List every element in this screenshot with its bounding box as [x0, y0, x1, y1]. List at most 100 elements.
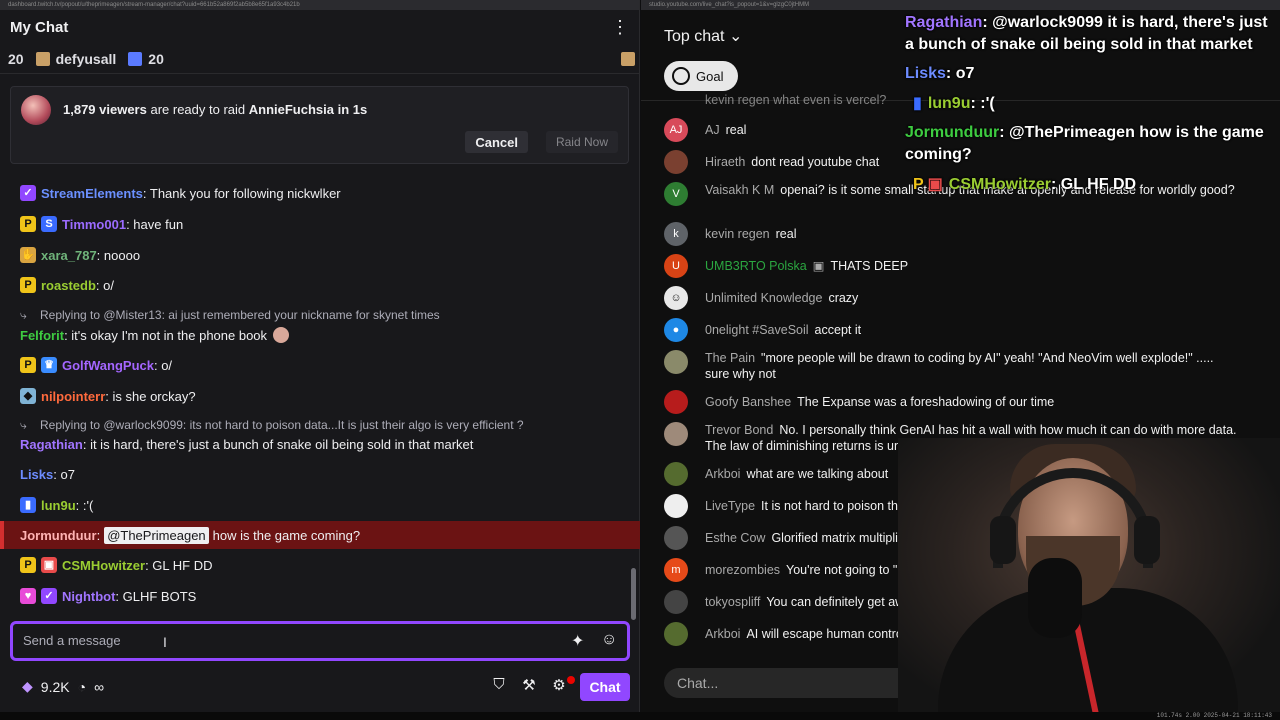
magic-emote-icon[interactable]: ✦ [571, 631, 584, 651]
chat-text: : it is hard, there's just a bunch of sn… [82, 437, 474, 452]
text-cursor-icon: I [163, 634, 167, 650]
channel-points[interactable]: ◆ 9.2K ◔ ∞ [22, 678, 104, 695]
chat-username[interactable]: Nightbot [62, 589, 115, 604]
top-chat-label: Top chat [664, 28, 725, 45]
yt-message-text: The Expanse was a foreshadowing of our t… [797, 395, 1055, 409]
send-chat-button[interactable]: Chat [580, 673, 630, 701]
yt-avatar[interactable] [664, 526, 688, 550]
top-chat-dropdown[interactable]: Top chat ⌄ [664, 26, 742, 46]
mention-tag[interactable]: @ThePrimeagen [104, 527, 209, 544]
gift-item[interactable]: 20 [128, 51, 164, 67]
overlay-text: : :'( [970, 95, 995, 112]
headset-ear-right [1134, 516, 1160, 564]
verified-badge-icon: ✓ [20, 185, 36, 201]
chat-username[interactable]: GolfWangPuck [62, 358, 154, 373]
yt-avatar[interactable] [664, 590, 688, 614]
yt-author[interactable]: kevin regen [705, 227, 770, 241]
gift-count: 20 [8, 50, 24, 67]
yt-avatar[interactable] [664, 494, 688, 518]
yt-author[interactable]: Vaisakh K M [705, 183, 774, 197]
prime-badge-icon: P [20, 216, 36, 232]
settings-icon[interactable]: ⚙ [549, 676, 569, 696]
chat-username[interactable]: Jormunduur [20, 528, 97, 543]
twitch-chat-panel: dashboard.twitch.tv/popout/u/theprimeage… [0, 0, 640, 720]
chat-username[interactable]: Lisks [20, 467, 53, 482]
channel-points-icon: ◆ [22, 678, 33, 694]
yt-author[interactable]: Arkboi [705, 467, 740, 481]
chat-username[interactable]: StreamElements [41, 186, 143, 201]
twitch-url-bar[interactable]: dashboard.twitch.tv/popout/u/theprimeage… [0, 0, 639, 10]
message-placeholder: Send a message [23, 633, 121, 648]
yt-avatar[interactable]: V [664, 182, 688, 206]
chat-username[interactable]: lun9u [41, 498, 76, 513]
yt-avatar[interactable]: m [664, 558, 688, 582]
chat-username[interactable]: roastedb [41, 278, 96, 293]
yt-author[interactable]: Hiraeth [705, 155, 745, 169]
twitch-chat-header: My Chat ⋮ [0, 10, 639, 44]
points-value: 9.2K [40, 678, 70, 695]
yt-author[interactable]: Unlimited Knowledge [705, 291, 822, 305]
yt-avatar[interactable] [664, 350, 688, 374]
yt-avatar[interactable]: AJ [664, 118, 688, 142]
goal-chip[interactable]: Goal [664, 61, 738, 91]
message-input[interactable]: Send a message I ✦ ☺ [10, 621, 630, 661]
reply-context[interactable]: ⤷ Replying to @Mister13: ai just remember… [20, 308, 440, 323]
chat-username[interactable]: Felforit [20, 328, 64, 343]
yt-avatar[interactable] [664, 462, 688, 486]
yt-author[interactable]: AJ [705, 123, 720, 137]
gift-icon[interactable] [621, 51, 635, 66]
chat-text: : GLHF BOTS [115, 588, 197, 604]
yt-avatar[interactable]: ● [664, 318, 688, 342]
chat-message: P ♛ GolfWangPuck : o/ [20, 357, 172, 373]
yt-avatar[interactable] [664, 622, 688, 646]
youtube-url-bar[interactable]: studio.youtube.com/live_chat?is_popout=1… [641, 0, 1280, 10]
gift-item[interactable]: defyusall [35, 51, 116, 67]
yt-avatar[interactable] [664, 390, 688, 414]
yt-author[interactable]: tokyospliff [705, 595, 760, 609]
chat-scrollbar[interactable] [631, 568, 636, 620]
chat-message-list[interactable]: ✓ StreamElements : Thank you for followi… [0, 180, 640, 610]
yt-message-text: real [725, 123, 747, 137]
yt-author[interactable]: Goofy Banshee [705, 395, 791, 409]
raid-now-button[interactable]: Raid Now [545, 131, 618, 153]
yt-author[interactable]: The Pain [705, 351, 755, 365]
gift-badge-icon: ▣ [41, 557, 57, 573]
shield-icon[interactable]: ⛉ [489, 676, 509, 696]
chat-username[interactable]: nilpointerr [41, 389, 105, 404]
yt-avatar[interactable]: ☺ [664, 286, 688, 310]
reply-context[interactable]: ⤷ Replying to @warlock9099: its not hard … [20, 418, 524, 433]
reply-icon: ⤷ [20, 308, 27, 322]
chat-username[interactable]: xara_787 [41, 248, 97, 263]
emote-picker-icon[interactable]: ☺ [601, 631, 617, 649]
mod-tools-icon[interactable]: ⚒ [519, 676, 539, 696]
status-bar-text: 101.74s 2.00 2025-04-21 18:11:43 [1156, 712, 1272, 719]
reply-text: Replying to @Mister13: ai just remembere… [40, 308, 440, 322]
headset-ear-left [990, 516, 1016, 564]
chat-text: : is she orckay? [105, 388, 196, 404]
webcam-overlay [898, 438, 1280, 720]
chat-text: : Thank you for following nickwlker [142, 185, 341, 201]
yt-avatar[interactable] [664, 150, 688, 174]
yt-author[interactable]: LiveType [705, 499, 755, 513]
yt-member-author[interactable]: UMB3RTO Polska [705, 259, 807, 273]
gift-item[interactable]: 20 [8, 51, 24, 67]
yt-author[interactable]: Arkboi [705, 627, 740, 641]
gem-badge-icon: ◆ [20, 388, 36, 404]
screen: dashboard.twitch.tv/popout/u/theprimeage… [0, 0, 1280, 720]
chat-username[interactable]: CSMHowitzer [62, 558, 145, 573]
yt-avatar[interactable]: k [664, 222, 688, 246]
chat-text: : :'( [75, 497, 94, 513]
yt-author[interactable]: morezombies [705, 563, 780, 577]
more-options-icon[interactable]: ⋮ [611, 18, 629, 36]
overlay-text: : @ThePrimeagen how is the game [999, 124, 1264, 141]
cancel-raid-button[interactable]: Cancel [465, 131, 528, 153]
chat-text: : it's okay I'm not in the phone book [64, 327, 268, 343]
yt-avatar[interactable]: U [664, 254, 688, 278]
yt-avatar[interactable] [664, 422, 688, 446]
overlay-message: Lisks: o7 [905, 63, 974, 85]
chat-username[interactable]: Timmo001 [62, 217, 126, 232]
yt-author[interactable]: Esthe Cow [705, 531, 765, 545]
yt-author[interactable]: Trevor Bond [705, 423, 773, 437]
yt-author[interactable]: 0nelight #SaveSoil [705, 323, 809, 337]
chat-username[interactable]: Ragathian [20, 437, 83, 452]
